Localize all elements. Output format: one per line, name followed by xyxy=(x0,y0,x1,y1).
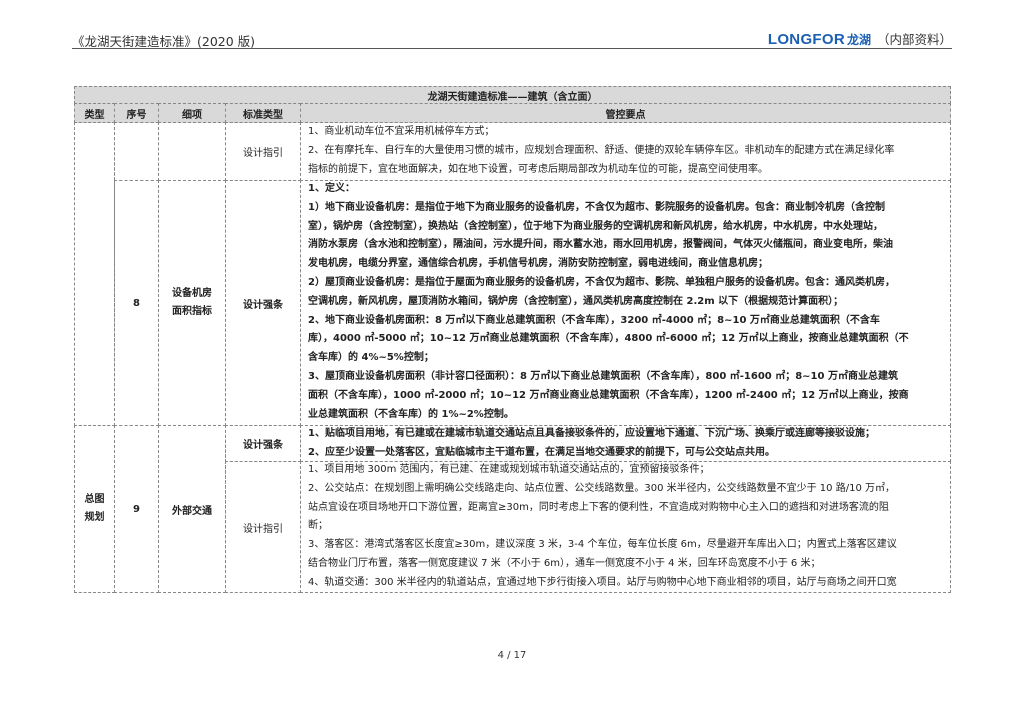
header-divider xyxy=(72,48,952,49)
text-line: 空调机房，新风机房，屋顶消防水箱间，锅炉房（含控制室），通风类机房高度控制在 2… xyxy=(308,295,844,307)
text-line: 业总建筑面积（不含车库）的 1%~2%控制。 xyxy=(308,408,514,420)
text-line: 1、贴临项目用地，有已建或在建城市轨道交通站点且具备接驳条件的，应设置地下通道、… xyxy=(308,428,875,439)
col-header-type: 类型 xyxy=(74,103,115,123)
text-line: 4、轨道交通：300 米半径内的轨道站点，宜通过地下步行街接入项目。站厅与购物中… xyxy=(308,576,897,588)
text-line: 室），锅炉房（含控制室），换热站（含控制室），位于地下为商业服务的空调机房和新风… xyxy=(308,220,883,232)
cell-item: 设备机房面积指标 xyxy=(158,180,226,426)
text-line: 1、商业机动车位不宜采用机械停车方式； xyxy=(308,126,495,137)
text-line: 1）地下商业设备机房：是指位于地下为商业服务的设备机房，不含仅为超市、影院服务的… xyxy=(308,201,885,213)
cell-no: 8 xyxy=(114,180,159,426)
cell-item xyxy=(158,122,226,181)
text-line: 2）屋顶商业设备机房：是指位于屋面为商业服务的设备机房，不含仅为超市、影院、单独… xyxy=(308,276,895,288)
points-text: 1、商业机动车位不宜采用机械停车方式； 2、在有摩托车、自行车的大量使用习惯的城… xyxy=(300,123,894,179)
table-title: 龙湖天街建造标准——建筑（含立面） xyxy=(74,86,951,104)
points-text: 1、定义： 1）地下商业设备机房：是指位于地下为商业服务的设备机房，不含仅为超市… xyxy=(300,180,909,424)
longfor-logo: LONGFOR xyxy=(767,31,845,48)
page-number: 4 / 17 xyxy=(497,650,527,661)
document-page: 《龙湖天街建造标准》(2020 版) LONGFOR 龙湖 （内部资料） 龙湖天… xyxy=(0,0,1024,709)
text-line: 发电机房，电缆分界室，通信综合机房，手机信号机房，消防安防控制室，弱电进线间，商… xyxy=(308,258,768,270)
cell-no xyxy=(114,122,159,181)
points-text: 1、项目用地 300m 范围内，有已建、在建或规划城市轨道交通站点的，宜预留接驳… xyxy=(300,461,897,593)
cell-type: 总图规划 xyxy=(74,425,115,593)
text-line: 指标的前提下，宜在地面解决，如在地下设置，可考虑后期局部改为机动车位的可能，提高… xyxy=(308,163,768,175)
longfor-logo-cn: 龙湖 xyxy=(846,33,871,47)
text-line: 库），4000 ㎡-5000 ㎡；10~12 万㎡商业总建筑面积（不含车库），4… xyxy=(308,333,909,345)
col-header-std-type: 标准类型 xyxy=(225,103,301,123)
cell-std-type: 设计指引 xyxy=(225,461,301,593)
text-line: 2、地下商业设备机房面积：8 万㎡以下商业总建筑面积（不含车库），3200 ㎡-… xyxy=(308,314,880,326)
cell-std-type: 设计强条 xyxy=(225,425,301,462)
cell-type xyxy=(74,122,115,426)
text-line: 1、定义： xyxy=(308,183,355,194)
text-line: 3、屋顶商业设备机房面积（非计容口径面积）：8 万㎡以下商业总建筑面积（不含车库… xyxy=(308,370,898,382)
text-line: 3、落客区：港湾式落客区长度宜≥30m，建议深度 3 米，3-4 个车位，每车位… xyxy=(308,539,897,551)
points-text: 1、贴临项目用地，有已建或在建城市轨道交通站点且具备接驳条件的，应设置地下通道、… xyxy=(300,425,875,463)
cell-no: 9 xyxy=(114,425,159,593)
classification-label: （内部资料） xyxy=(876,32,952,47)
text-line: 面积（不含车库），1000 ㎡-2000 ㎡；10~12 万㎡商业商业总建筑面积… xyxy=(308,389,909,401)
text-line: 消防水泵房（含水池和控制室），隔油间，污水提升间，雨水蓄水池，雨水回用机房，报警… xyxy=(308,239,893,251)
text-line: 1、项目用地 300m 范围内，有已建、在建或规划城市轨道交通站点的，宜预留接驳… xyxy=(308,464,710,475)
cell-item: 外部交通 xyxy=(158,425,226,593)
text-line: 含车库）的 4%~5%控制； xyxy=(308,352,434,364)
text-line: 断； xyxy=(308,520,328,532)
text-line: 2、应至少设置一处落客区，宜贴临城市主干道布置，在满足当地交通要求的前提下，可与… xyxy=(308,446,775,458)
text-line: 2、公交站点：在规划图上需明确公交线路走向、站点位置、公交线路数量。300 米半… xyxy=(308,482,895,494)
cell-std-type: 设计指引 xyxy=(225,122,301,181)
text-line: 2、在有摩托车、自行车的大量使用习惯的城市，应规划合理面积、舒适、便捷的双轮车辆… xyxy=(308,144,895,156)
col-header-points: 管控要点 xyxy=(300,103,951,123)
text-line: 结合物业门厅布置，落客一侧宽度建议 7 米（不小于 6m），通车一侧宽度不小于 … xyxy=(308,557,821,569)
col-header-item: 细项 xyxy=(158,103,226,123)
col-header-no: 序号 xyxy=(114,103,159,123)
cell-std-type: 设计强条 xyxy=(225,180,301,426)
text-line: 站点宜设在项目场地开口下游位置，距离宜≥30m，同时考虑上下客的便利性，不宜造成… xyxy=(308,501,889,513)
page-header-right: LONGFOR 龙湖 （内部资料） xyxy=(768,29,952,48)
